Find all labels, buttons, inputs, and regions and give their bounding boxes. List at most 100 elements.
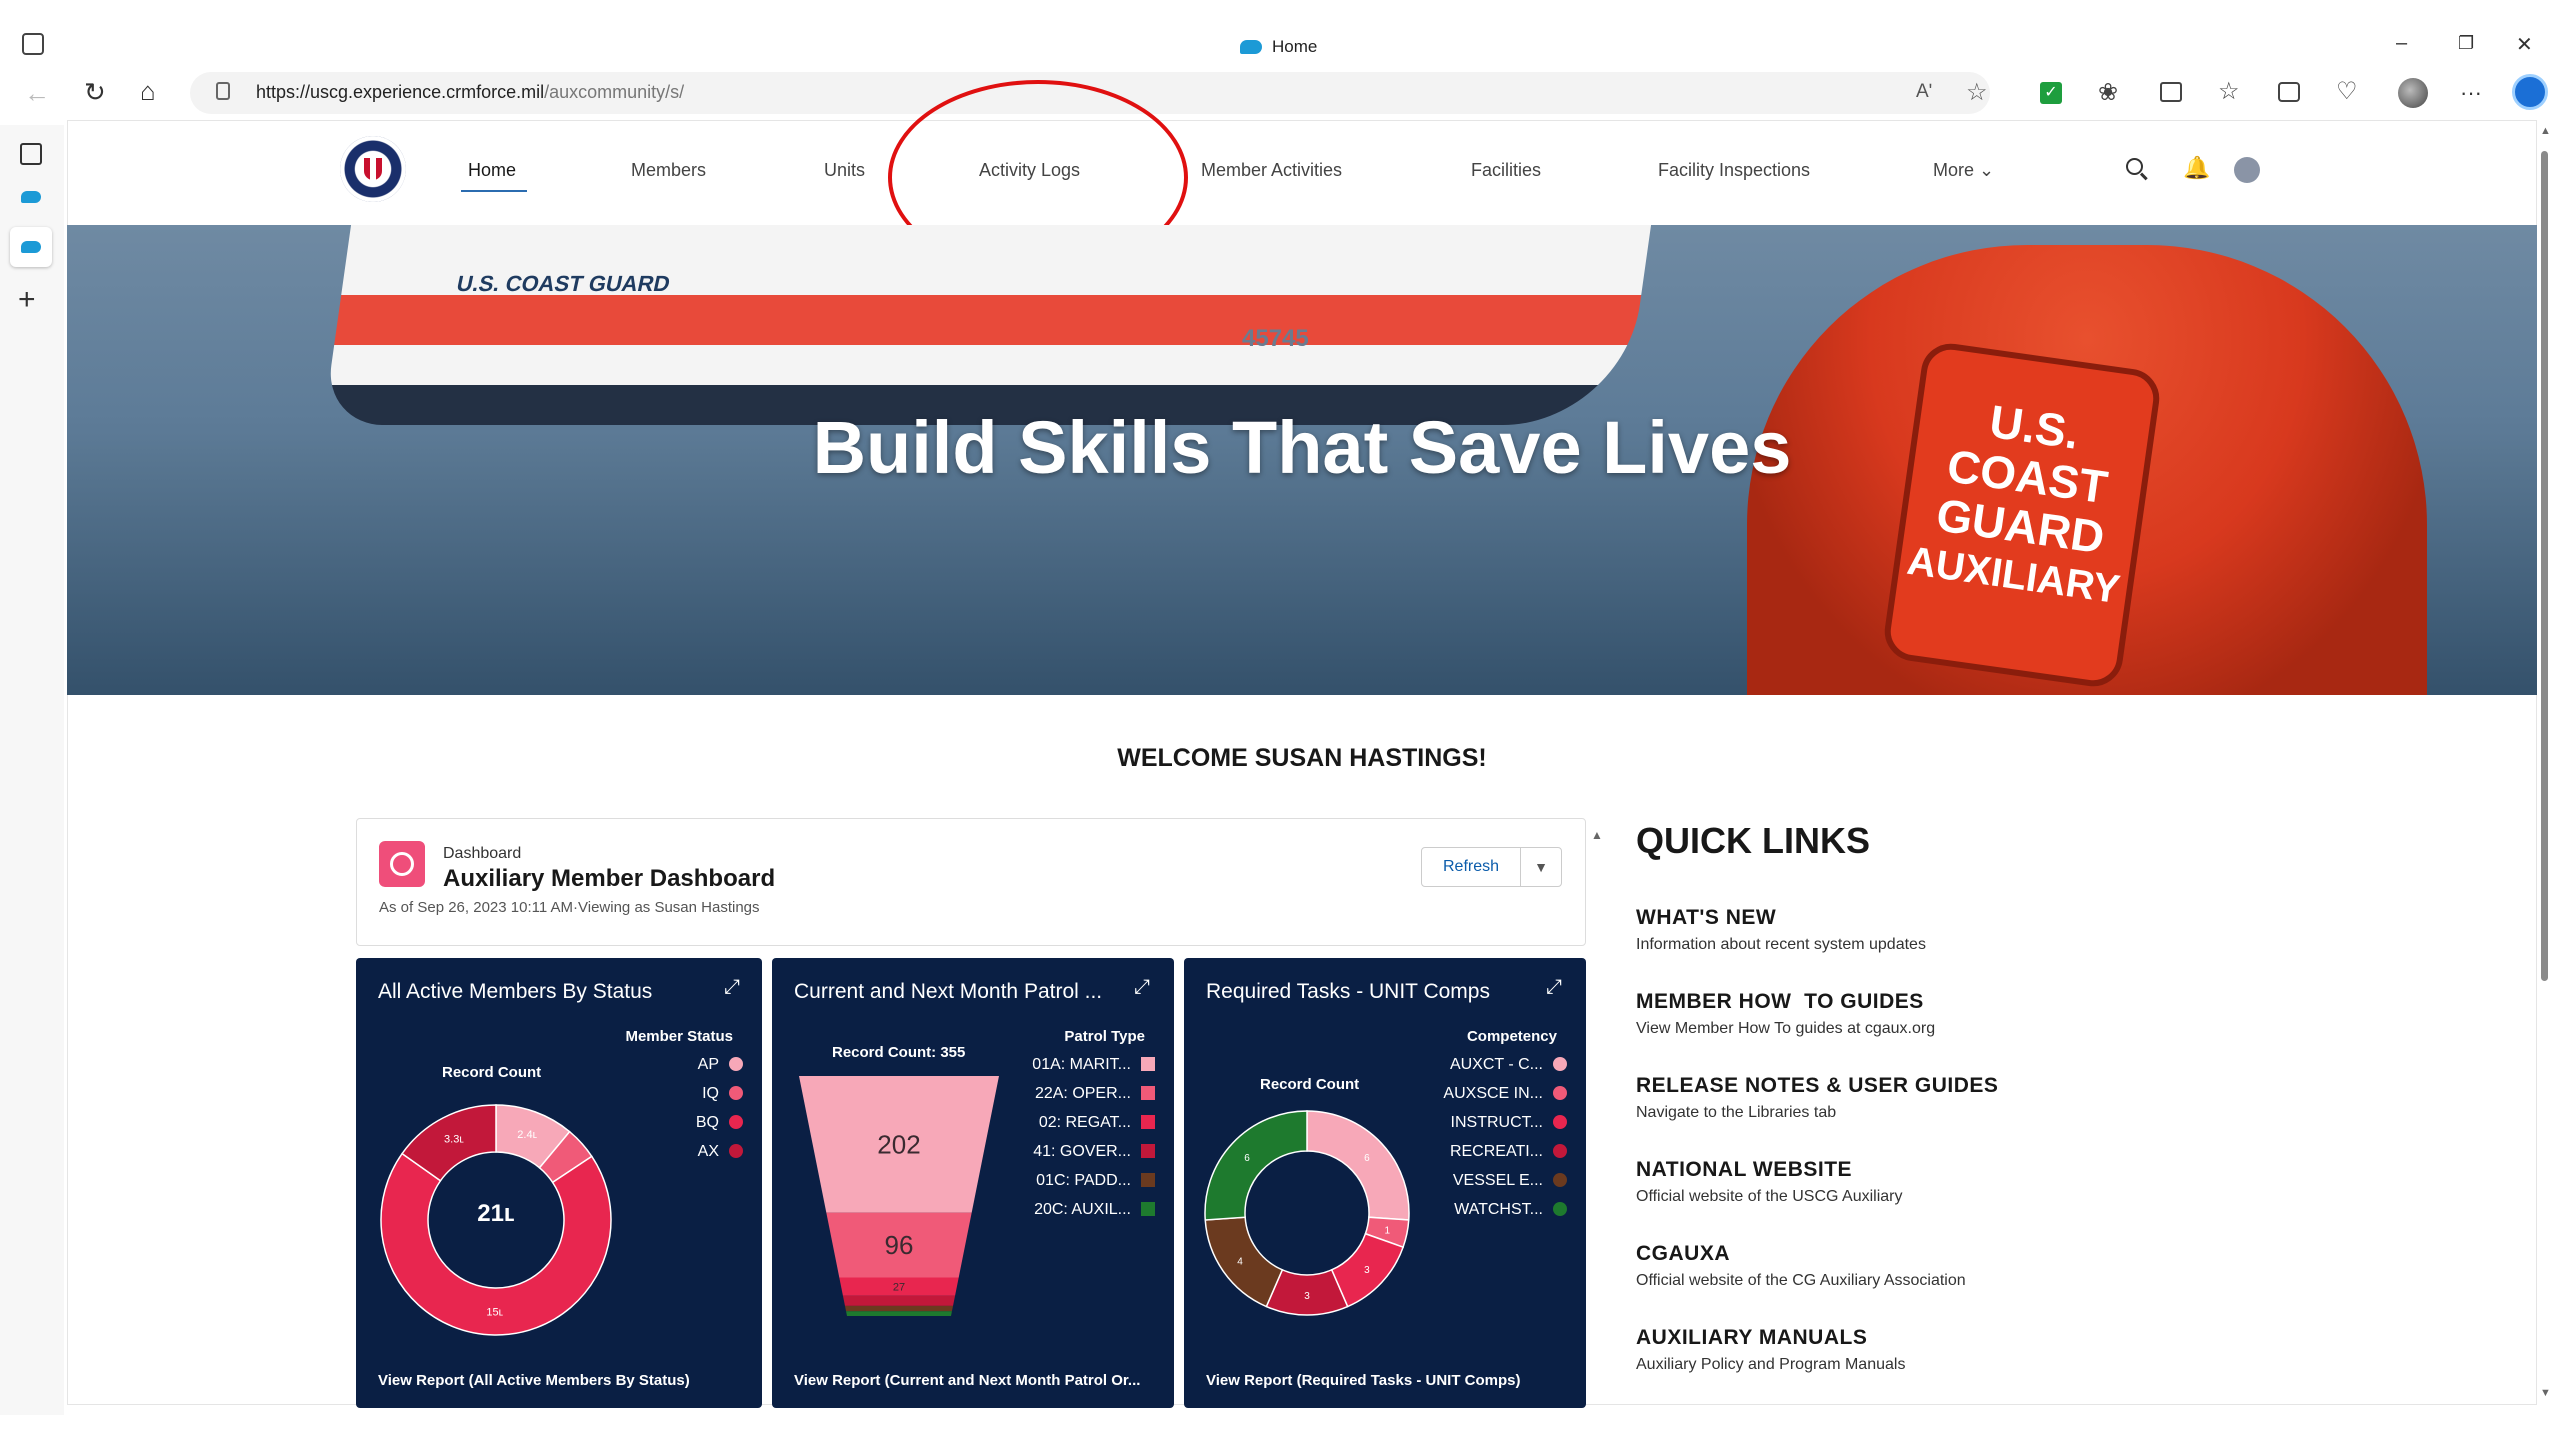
quick-link-auxiliary-manuals[interactable]: AUXILIARY MANUALS Auxiliary Policy and Pr… (1636, 1326, 2236, 1410)
legend-item[interactable]: INSTRUCT... (1451, 1114, 1567, 1132)
legend-item[interactable]: WATCHST... (1454, 1201, 1567, 1219)
legend-item[interactable]: AUXCT - C... (1450, 1056, 1567, 1074)
collections-icon[interactable] (2278, 82, 2300, 102)
donut-slice-auxct-c[interactable] (1306, 1110, 1410, 1221)
more-menu-icon[interactable]: ··· (2460, 80, 2482, 106)
donut-slice-vessel-e[interactable] (1204, 1216, 1284, 1308)
view-report-link[interactable]: View Report (Required Tasks - UNIT Comps… (1206, 1372, 1521, 1389)
legend-item[interactable]: 20C: AUXIL... (1034, 1201, 1155, 1219)
legend-item[interactable]: 22A: OPER... (1035, 1085, 1155, 1103)
copilot-icon[interactable] (2512, 74, 2548, 110)
nav-units[interactable]: Units (824, 160, 865, 181)
page-scrollbar[interactable]: ▲ ▼ (2538, 125, 2552, 1405)
funnel-segment-20c[interactable] (846, 1311, 952, 1316)
quick-link-title[interactable]: NATIONAL WEBSITE (1636, 1158, 2236, 1182)
vertical-tabs-icon[interactable] (20, 143, 42, 165)
dashboard-scrollbar[interactable]: ▲ (1590, 828, 1603, 1408)
sidebar-tab-active[interactable] (10, 227, 52, 267)
nav-facility-inspections[interactable]: Facility Inspections (1658, 160, 1810, 181)
expand-icon[interactable]: ⤢ (1134, 976, 1150, 999)
quick-link-cgauxa[interactable]: CGAUXA Official website of the CG Auxilia… (1636, 1242, 2236, 1326)
scroll-down-icon[interactable]: ▼ (2540, 1387, 2551, 1399)
read-aloud-icon[interactable]: Aʹ (1916, 81, 1932, 103)
quick-link-whats-new[interactable]: WHAT'S NEW Information about recent syste… (1636, 906, 2236, 990)
legend-item[interactable]: AUXSCE IN... (1443, 1085, 1567, 1103)
url-text: https://uscg.experience.crmforce.mil/aux… (256, 82, 684, 103)
scroll-up-icon[interactable]: ▲ (1591, 828, 1603, 842)
extensions-icon[interactable]: ❀ (2098, 78, 2118, 107)
panel-patrol-orders: Current and Next Month Patrol ... ⤢ Patr… (772, 958, 1174, 1408)
hero-headline: Build Skills That Save Lives (812, 406, 1792, 489)
tab-actions-icon[interactable] (22, 33, 44, 55)
legend-item[interactable]: RECREATI... (1450, 1143, 1567, 1161)
browser-essentials-icon[interactable]: ♡ (2336, 77, 2358, 106)
legend-label: RECREATI... (1449, 1143, 1543, 1160)
record-label: Record Count (442, 1064, 542, 1081)
profile-avatar[interactable] (2398, 78, 2428, 108)
extension-check-icon[interactable]: ✓ (2040, 82, 2062, 104)
legend-marker (729, 1057, 743, 1071)
quick-link-sub: Official website of the CG Auxiliary Ass… (1636, 1272, 1966, 1289)
quick-link-title[interactable]: RELEASE NOTES & USER GUIDES (1636, 1074, 2236, 1098)
minimize-button[interactable]: – (2396, 32, 2407, 55)
dashboard-menu-button[interactable]: ▼ (1520, 847, 1562, 887)
legend-label: BQ (695, 1114, 719, 1131)
nav-more[interactable]: More ⌄ (1933, 160, 1994, 181)
funnel-data-label: 27 (893, 1282, 905, 1294)
legend-item[interactable]: 01C: PADD... (1036, 1172, 1155, 1190)
tab-title[interactable]: Home (1272, 37, 1317, 57)
split-screen-icon[interactable] (2160, 82, 2182, 102)
legend-item[interactable]: VESSEL E... (1453, 1172, 1567, 1190)
nav-member-activities[interactable]: Member Activities (1201, 160, 1342, 181)
legend-item[interactable]: 02: REGAT... (1039, 1114, 1155, 1132)
nav-home[interactable]: Home (468, 160, 516, 181)
restore-button[interactable]: ❐ (2458, 33, 2474, 54)
donut-data-label: 6 (1364, 1153, 1370, 1164)
quick-link-how-to-guides[interactable]: MEMBER HOW TO GUIDES View Member How To g… (1636, 990, 2236, 1074)
legend-title: Member Status (625, 1028, 733, 1045)
close-button[interactable]: ✕ (2516, 32, 2533, 57)
scroll-up-icon[interactable]: ▲ (2540, 125, 2551, 137)
legend-item[interactable]: IQ (702, 1085, 743, 1103)
legend-marker (1141, 1173, 1155, 1187)
donut-data-label: 1 (1385, 1226, 1391, 1237)
notifications-bell-icon[interactable]: 🔔 (2183, 155, 2210, 181)
nav-facilities[interactable]: Facilities (1471, 160, 1541, 181)
quick-link-national-website[interactable]: NATIONAL WEBSITE Official website of the … (1636, 1158, 2236, 1242)
donut-data-label: 3 (1304, 1291, 1310, 1302)
funnel-data-label: 202 (877, 1129, 920, 1159)
home-icon[interactable]: ⌂ (140, 76, 156, 107)
legend-marker (729, 1086, 743, 1100)
quick-link-title[interactable]: AUXILIARY MANUALS (1636, 1326, 2236, 1350)
uscg-logo[interactable] (340, 136, 406, 202)
legend-item[interactable]: BQ (696, 1114, 743, 1132)
back-icon[interactable]: ← (24, 78, 50, 109)
legend-item[interactable]: 41: GOVER... (1033, 1143, 1155, 1161)
expand-icon[interactable]: ⤢ (724, 976, 740, 999)
legend-item[interactable]: AX (698, 1143, 743, 1161)
quick-link-title[interactable]: WHAT'S NEW (1636, 906, 2236, 930)
legend-label: AUXSCE IN... (1443, 1085, 1543, 1102)
funnel-segment-01c[interactable] (844, 1305, 954, 1312)
view-report-link[interactable]: View Report (All Active Members By Statu… (378, 1372, 690, 1389)
nav-members[interactable]: Members (631, 160, 706, 181)
quick-link-title[interactable]: MEMBER HOW TO GUIDES (1636, 990, 2236, 1014)
favorite-star-icon[interactable]: ☆ (1966, 78, 1988, 107)
user-profile-icon[interactable] (2234, 157, 2260, 183)
funnel-segment-41[interactable] (842, 1295, 956, 1306)
new-tab-icon[interactable]: + (18, 283, 36, 317)
refresh-icon[interactable]: ↻ (84, 77, 106, 108)
quick-link-title[interactable]: CGAUXA (1636, 1242, 2236, 1266)
expand-icon[interactable]: ⤢ (1546, 976, 1562, 999)
legend-item[interactable]: 01A: MARIT... (1032, 1056, 1155, 1074)
sidebar-tab-icon[interactable] (21, 191, 41, 203)
legend-title: Competency (1466, 1028, 1557, 1045)
legend-item[interactable]: AP (698, 1056, 743, 1074)
scrollbar-thumb[interactable] (2541, 151, 2548, 981)
donut-slice-watchst[interactable] (1204, 1110, 1308, 1221)
favorites-icon[interactable]: ☆ (2218, 77, 2240, 106)
legend-label: AUXCT - C... (1449, 1056, 1543, 1073)
view-report-link[interactable]: View Report (Current and Next Month Patr… (794, 1372, 1140, 1389)
quick-link-release-notes[interactable]: RELEASE NOTES & USER GUIDES Navigate to t… (1636, 1074, 2236, 1158)
refresh-button[interactable]: Refresh (1421, 847, 1521, 887)
